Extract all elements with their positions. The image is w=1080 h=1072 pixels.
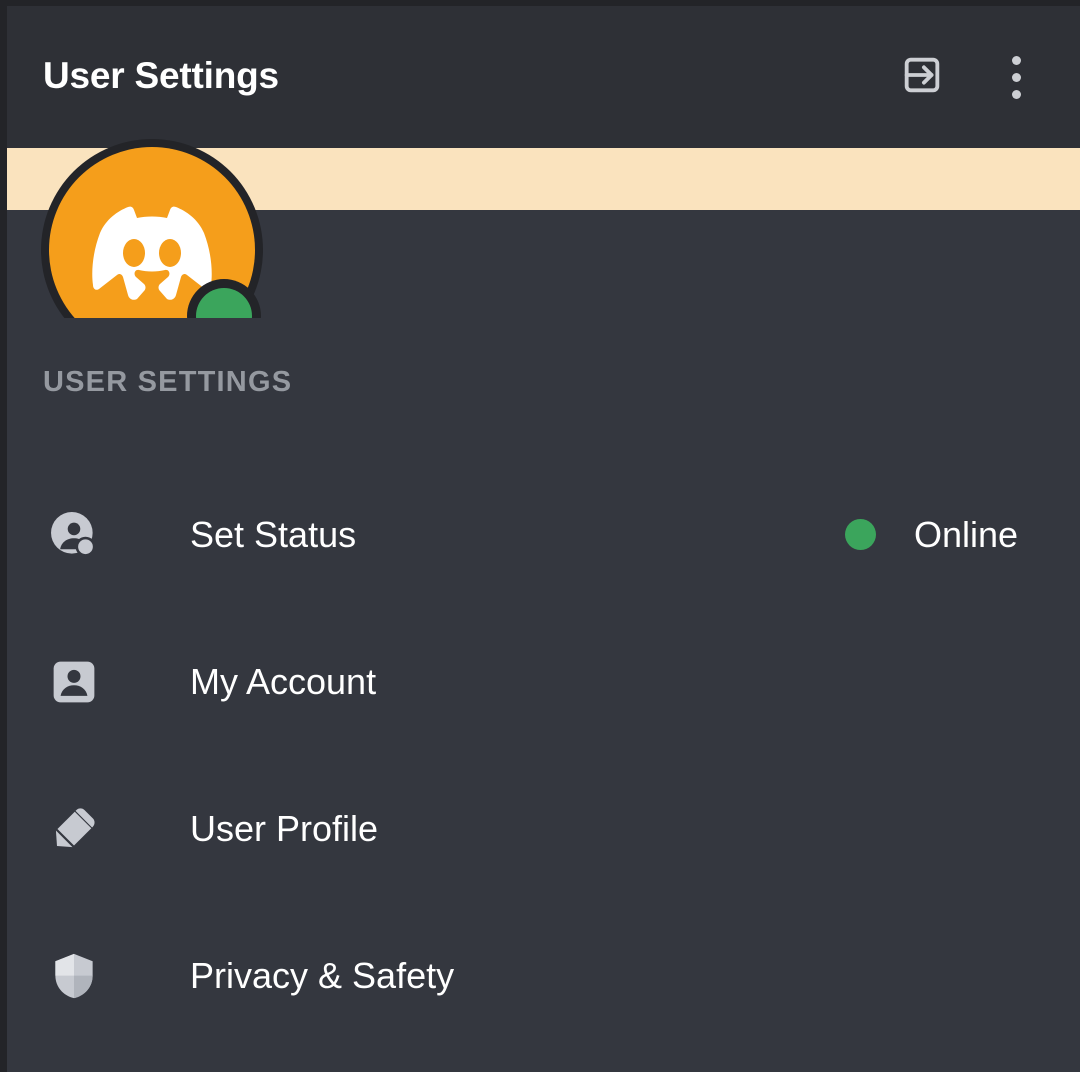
logout-button[interactable] xyxy=(886,41,958,113)
more-vertical-icon xyxy=(1011,55,1021,99)
section-header-user-settings: USER SETTINGS xyxy=(43,366,293,398)
discord-clyde-logo xyxy=(92,206,212,300)
menu-item-label: Privacy & Safety xyxy=(190,954,455,996)
status-dot-online xyxy=(844,519,876,550)
person-status-icon xyxy=(48,509,100,561)
page-title: User Settings xyxy=(43,55,279,96)
menu-item-my-account[interactable]: My Account xyxy=(0,608,1080,755)
menu-item-label: User Profile xyxy=(190,807,379,849)
menu-item-user-profile[interactable]: User Profile xyxy=(0,755,1080,902)
menu-item-label: My Account xyxy=(190,660,377,702)
account-card-icon xyxy=(48,656,100,708)
menu-item-label: Set Status xyxy=(190,513,357,555)
status-value: Online xyxy=(913,513,1018,555)
header-actions xyxy=(886,6,1080,148)
menu-item-set-status[interactable]: Set Status Online xyxy=(0,461,1080,608)
settings-body: USER SETTINGS Set Status Online My Accou… xyxy=(0,318,1080,1072)
pencil-edit-icon xyxy=(48,803,100,855)
menu-item-trailing: Online xyxy=(844,513,1018,556)
shield-icon xyxy=(48,950,100,1002)
logout-arrow-icon xyxy=(899,52,945,103)
user-settings-screen: User Settings USER SETTINGS Set Status O… xyxy=(0,0,1080,1072)
app-header: User Settings xyxy=(0,6,1080,148)
overflow-menu-button[interactable] xyxy=(980,41,1052,113)
menu-item-privacy-safety[interactable]: Privacy & Safety xyxy=(0,902,1080,1049)
settings-menu: Set Status Online My Account User Profil… xyxy=(0,461,1080,1049)
left-edge-gutter xyxy=(0,0,7,1072)
profile-avatar-area xyxy=(0,139,1080,361)
